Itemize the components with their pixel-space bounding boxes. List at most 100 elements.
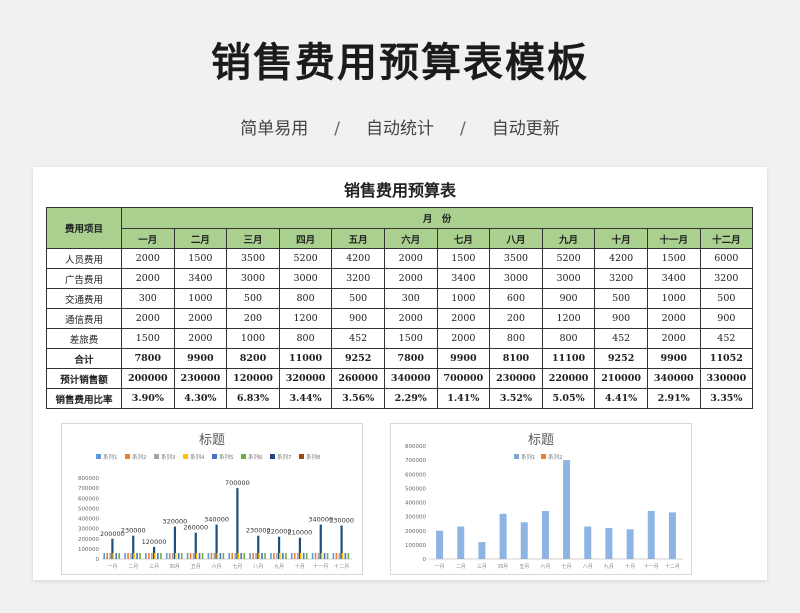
table-cell[interactable]: 800 bbox=[278, 288, 333, 309]
table-cell[interactable]: 230000 bbox=[489, 368, 543, 389]
table-cell[interactable]: 200000 bbox=[121, 368, 175, 389]
table-cell[interactable]: 2000 bbox=[121, 268, 175, 289]
table-cell[interactable]: 452 bbox=[331, 328, 385, 349]
table-cell[interactable]: 900 bbox=[541, 288, 596, 309]
table-cell[interactable]: 2000 bbox=[436, 328, 491, 349]
table-cell[interactable]: 500 bbox=[331, 288, 385, 309]
table-cell[interactable]: 1000 bbox=[173, 288, 228, 309]
table-cell[interactable]: 452 bbox=[699, 328, 754, 349]
table-cell[interactable]: 230000 bbox=[173, 368, 228, 389]
table-cell[interactable]: 340000 bbox=[383, 368, 438, 389]
bar bbox=[255, 553, 257, 559]
table-cell[interactable]: 1000 bbox=[226, 328, 280, 349]
table-cell[interactable]: 1500 bbox=[383, 328, 438, 349]
table-cell[interactable]: 2000 bbox=[383, 308, 438, 329]
bar bbox=[124, 553, 126, 559]
table-cell[interactable]: 5200 bbox=[541, 248, 596, 269]
table-cell[interactable]: 500 bbox=[699, 288, 754, 309]
table-cell[interactable]: 5.05% bbox=[541, 388, 596, 409]
table-cell[interactable]: 6.83% bbox=[226, 388, 280, 409]
table-cell[interactable]: 3200 bbox=[594, 268, 648, 289]
table-cell[interactable]: 3000 bbox=[489, 268, 543, 289]
table-cell[interactable]: 2000 bbox=[121, 248, 175, 269]
table-cell[interactable]: 3.44% bbox=[278, 388, 333, 409]
table-cell[interactable]: 452 bbox=[594, 328, 648, 349]
table-cell[interactable]: 1500 bbox=[646, 248, 701, 269]
table-cell[interactable]: 7800 bbox=[383, 348, 438, 369]
table-cell[interactable]: 330000 bbox=[699, 368, 754, 389]
table-cell[interactable]: 2000 bbox=[173, 328, 228, 349]
table-cell[interactable]: 8100 bbox=[489, 348, 543, 369]
table-cell[interactable]: 1000 bbox=[646, 288, 701, 309]
table-cell[interactable]: 3.35% bbox=[699, 388, 754, 409]
table-cell[interactable]: 300 bbox=[121, 288, 175, 309]
table-cell[interactable]: 300 bbox=[383, 288, 438, 309]
table-cell[interactable]: 200 bbox=[226, 308, 280, 329]
table-cell[interactable]: 11000 bbox=[278, 348, 333, 369]
table-cell[interactable]: 4200 bbox=[331, 248, 385, 269]
table-cell[interactable]: 320000 bbox=[278, 368, 333, 389]
table-cell[interactable]: 2000 bbox=[383, 248, 438, 269]
table-cell[interactable]: 1500 bbox=[436, 248, 491, 269]
table-cell[interactable]: 1.41% bbox=[436, 388, 491, 409]
table-cell[interactable]: 1200 bbox=[278, 308, 333, 329]
table-cell[interactable]: 900 bbox=[699, 308, 754, 329]
table-cell[interactable]: 9900 bbox=[646, 348, 701, 369]
table-cell[interactable]: 500 bbox=[226, 288, 280, 309]
table-cell[interactable]: 7800 bbox=[121, 348, 175, 369]
table-cell[interactable]: 2.29% bbox=[383, 388, 438, 409]
chart-left: 标题 系列1 系列2 系列3 系列4 系列5 系列6 系列7 系列8 0 100000 200000 3… bbox=[61, 423, 363, 575]
legend-label: 系列8 bbox=[306, 453, 321, 461]
table-cell[interactable]: 11100 bbox=[541, 348, 596, 369]
table-cell[interactable]: 3000 bbox=[541, 268, 596, 289]
table-cell[interactable]: 2000 bbox=[646, 308, 701, 329]
table-cell[interactable]: 2000 bbox=[173, 308, 228, 329]
table-cell[interactable]: 1500 bbox=[173, 248, 228, 269]
table-cell[interactable]: 8200 bbox=[226, 348, 280, 369]
table-cell[interactable]: 4.41% bbox=[594, 388, 648, 409]
table-cell[interactable]: 700000 bbox=[436, 368, 491, 389]
table-cell[interactable]: 800 bbox=[278, 328, 333, 349]
table-cell[interactable]: 9900 bbox=[436, 348, 491, 369]
table-cell[interactable]: 5200 bbox=[278, 248, 333, 269]
table-cell[interactable]: 2000 bbox=[383, 268, 438, 289]
table-cell[interactable]: 1200 bbox=[541, 308, 596, 329]
table-cell[interactable]: 900 bbox=[331, 308, 385, 329]
table-cell[interactable]: 3.90% bbox=[121, 388, 175, 409]
table-cell[interactable]: 3.56% bbox=[331, 388, 385, 409]
table-cell[interactable]: 9252 bbox=[594, 348, 648, 369]
table-cell[interactable]: 3200 bbox=[699, 268, 754, 289]
table-cell[interactable]: 3500 bbox=[226, 248, 280, 269]
table-cell[interactable]: 3000 bbox=[278, 268, 333, 289]
table-cell[interactable]: 6000 bbox=[699, 248, 754, 269]
table-cell[interactable]: 3200 bbox=[331, 268, 385, 289]
table-cell[interactable]: 3400 bbox=[173, 268, 228, 289]
table-cell[interactable]: 2000 bbox=[121, 308, 175, 329]
table-cell[interactable]: 3400 bbox=[436, 268, 491, 289]
table-cell[interactable]: 2.91% bbox=[646, 388, 701, 409]
table-cell[interactable]: 3500 bbox=[489, 248, 543, 269]
table-cell[interactable]: 220000 bbox=[541, 368, 596, 389]
table-cell[interactable]: 3.52% bbox=[489, 388, 543, 409]
table-cell[interactable]: 120000 bbox=[226, 368, 280, 389]
table-cell[interactable]: 9900 bbox=[173, 348, 228, 369]
table-cell[interactable]: 340000 bbox=[646, 368, 701, 389]
table-cell[interactable]: 1000 bbox=[436, 288, 491, 309]
table-cell[interactable]: 500 bbox=[594, 288, 648, 309]
table-cell[interactable]: 900 bbox=[594, 308, 648, 329]
table-cell[interactable]: 200 bbox=[489, 308, 543, 329]
table-cell[interactable]: 3400 bbox=[646, 268, 701, 289]
table-cell[interactable]: 1500 bbox=[121, 328, 175, 349]
table-cell[interactable]: 4200 bbox=[594, 248, 648, 269]
table-cell[interactable]: 2000 bbox=[646, 328, 701, 349]
table-cell[interactable]: 260000 bbox=[331, 368, 385, 389]
table-cell[interactable]: 800 bbox=[541, 328, 596, 349]
table-cell[interactable]: 3000 bbox=[226, 268, 280, 289]
table-cell[interactable]: 800 bbox=[489, 328, 543, 349]
table-cell[interactable]: 210000 bbox=[594, 368, 648, 389]
table-cell[interactable]: 2000 bbox=[436, 308, 491, 329]
table-cell[interactable]: 11052 bbox=[699, 348, 754, 369]
table-cell[interactable]: 600 bbox=[489, 288, 543, 309]
table-cell[interactable]: 9252 bbox=[331, 348, 385, 369]
table-cell[interactable]: 4.30% bbox=[173, 388, 228, 409]
